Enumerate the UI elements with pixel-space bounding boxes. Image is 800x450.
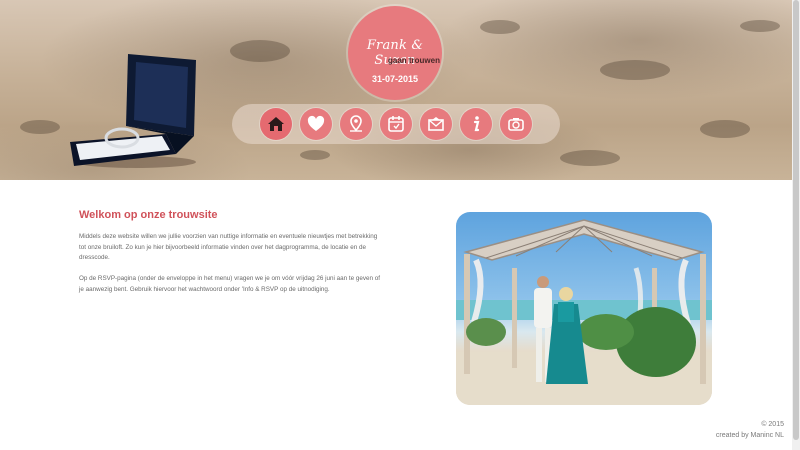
badge-subtitle: gaan trouwen <box>387 56 440 65</box>
wedding-date: 31-07-2015 <box>371 74 419 84</box>
location-pin-icon <box>350 115 362 132</box>
nav-info-button[interactable] <box>460 108 492 140</box>
footer-credit: created by Maninc NL <box>715 432 784 439</box>
sand-texture <box>230 40 290 62</box>
home-icon <box>268 117 284 131</box>
nav-heart-button[interactable] <box>300 108 332 140</box>
ring-box-image <box>70 54 196 168</box>
nav-photos-button[interactable] <box>500 108 532 140</box>
gazebo-illustration <box>456 219 712 405</box>
scrollbar-thumb[interactable] <box>793 0 799 440</box>
footer-copyright: © 2015 <box>761 421 784 428</box>
sand-texture <box>700 120 750 138</box>
nav-location-button[interactable] <box>340 108 372 140</box>
couple-photo <box>456 212 712 405</box>
rsvp-paragraph: Op de RSVP-pagina (onder de enveloppe in… <box>79 275 381 293</box>
scrollbar-track[interactable] <box>792 0 800 450</box>
page-title: Welkom op onze trouwsite <box>79 209 218 221</box>
nav-home-button[interactable] <box>260 108 292 140</box>
sand-texture <box>600 60 670 80</box>
nav-rsvp-button[interactable] <box>420 108 452 140</box>
sand-texture <box>740 20 780 32</box>
sand-texture <box>480 20 520 34</box>
sand-texture <box>560 150 620 166</box>
info-icon <box>473 116 480 132</box>
intro-paragraph: Middels deze website willen we jullie vo… <box>79 233 378 261</box>
header-banner: Frank & Suzan gaan trouwen 31-07-2015 <box>0 0 792 180</box>
nav-calendar-button[interactable] <box>380 108 412 140</box>
envelope-icon <box>428 117 444 131</box>
heart-icon <box>307 115 325 131</box>
couple-badge: Frank & Suzan gaan trouwen 31-07-2015 <box>348 6 442 100</box>
camera-icon <box>508 118 524 131</box>
main-nav <box>232 104 560 144</box>
calendar-icon <box>388 116 404 132</box>
sand-texture <box>300 150 330 160</box>
sand-texture <box>20 120 60 134</box>
